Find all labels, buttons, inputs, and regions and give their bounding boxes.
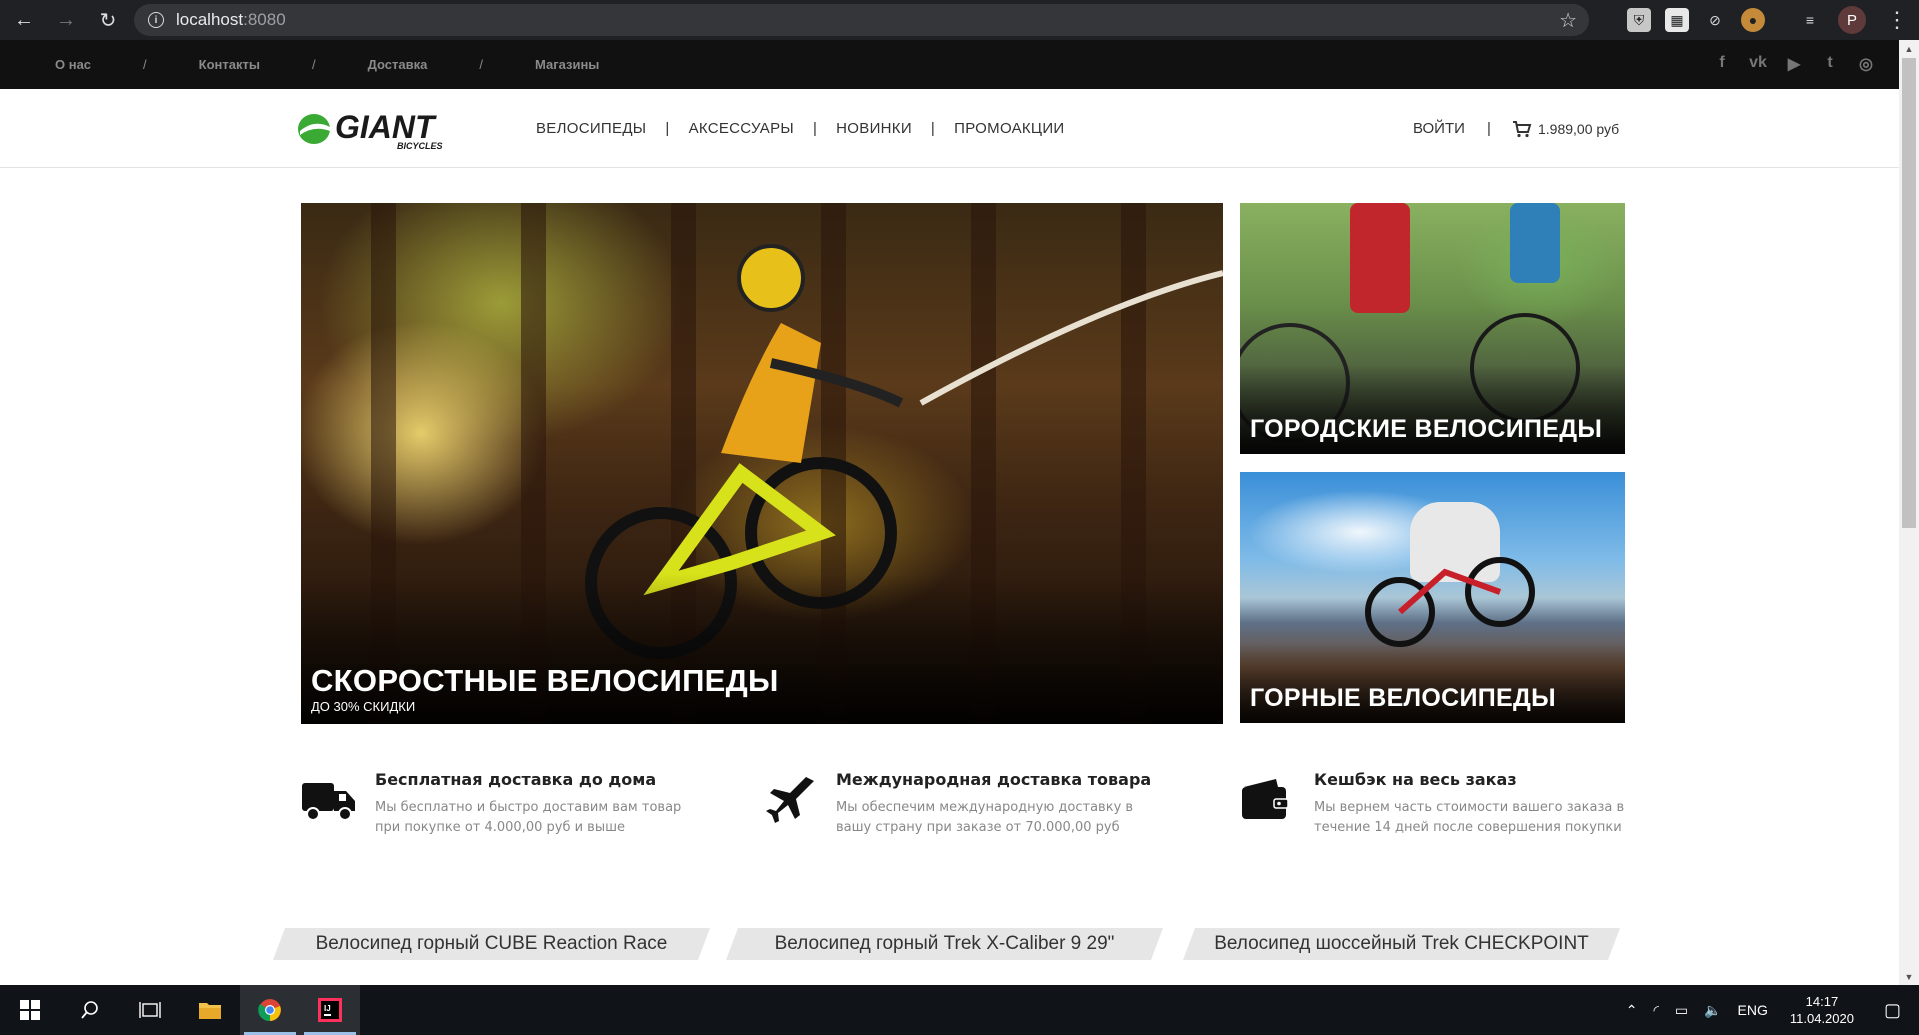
giant-logo[interactable]: GIANT BICYCLES: [297, 109, 493, 151]
site-header: GIANT BICYCLES ВЕЛОСИПЕДЫ | АКСЕССУАРЫ |…: [0, 89, 1899, 168]
feature-title: Международная доставка товара: [836, 770, 1152, 789]
blocker-extension-icon[interactable]: ⊘: [1703, 8, 1727, 32]
media-icon[interactable]: ≡: [1798, 8, 1822, 32]
page-scrollbar[interactable]: ▲ ▼: [1899, 40, 1919, 985]
notifications-icon[interactable]: ▢: [1884, 1000, 1901, 1021]
twitter-icon[interactable]: t: [1819, 54, 1841, 74]
cart-icon: [1513, 121, 1532, 138]
banner-city-bikes[interactable]: ГОРОДСКИЕ ВЕЛОСИПЕДЫ: [1240, 203, 1625, 454]
plane-icon: [766, 777, 814, 823]
social-links: f vk ▶ t ◎: [1711, 54, 1877, 74]
logo-wordmark: GIANT: [335, 111, 437, 145]
nav-separator: |: [812, 120, 818, 137]
feature-title: Бесплатная доставка до дома: [375, 770, 657, 789]
product-title-tab[interactable]: Велосипед шоссейный Trek CHECKPOINT: [1183, 928, 1620, 960]
top-link-contacts[interactable]: Контакты: [199, 57, 260, 72]
feature-free-delivery: Бесплатная доставка до дома Мы бесплатно…: [301, 770, 705, 838]
banner-speed-title: СКОРОСТНЫЕ ВЕЛОСИПЕДЫ: [311, 663, 779, 698]
back-icon[interactable]: ←: [6, 2, 42, 38]
file-explorer-icon[interactable]: [180, 985, 240, 1035]
cart-total: 1.989,00 руб: [1538, 121, 1620, 137]
top-link-about[interactable]: О нас: [55, 57, 91, 72]
windows-taskbar: IJ ⌃ ◜ ▭ 🔈 ENG 14:17 11.04.2020 ▢: [0, 985, 1919, 1035]
nav-separator: |: [665, 120, 670, 137]
banner-speed-bikes[interactable]: СКОРОСТНЫЕ ВЕЛОСИПЕДЫ ДО 30% СКИДКИ: [301, 203, 1223, 724]
forward-icon[interactable]: →: [48, 2, 84, 38]
nav-promo[interactable]: ПРОМОАКЦИИ: [954, 120, 1064, 137]
header-separator: |: [1487, 120, 1491, 137]
top-link-stores[interactable]: Магазины: [535, 57, 599, 72]
browser-menu-icon[interactable]: ⋮: [1886, 6, 1908, 34]
product-title-tab[interactable]: Велосипед горный Trek X-Caliber 9 29": [726, 928, 1163, 960]
clock[interactable]: 14:17 11.04.2020: [1790, 993, 1854, 1027]
url-text[interactable]: localhost:8080: [176, 10, 286, 30]
feature-cashback: Кешбэк на весь заказ Мы вернем часть сто…: [1240, 770, 1644, 838]
scrollbar-thumb[interactable]: [1902, 58, 1916, 528]
chrome-taskbar-icon[interactable]: [240, 985, 300, 1035]
clock-date: 11.04.2020: [1789, 1011, 1854, 1026]
network-icon[interactable]: ◜: [1653, 1002, 1658, 1019]
site-info-icon[interactable]: i: [148, 12, 164, 28]
top-link-separator: /: [143, 57, 147, 72]
cart-button[interactable]: 1.989,00 руб: [1512, 120, 1619, 138]
scroll-down-icon[interactable]: ▼: [1899, 968, 1919, 985]
reload-icon[interactable]: ↻: [90, 2, 126, 38]
cookie-extension-icon[interactable]: ●: [1741, 8, 1765, 32]
banner-mountain-bikes[interactable]: ГОРНЫЕ ВЕЛОСИПЕДЫ: [1240, 472, 1625, 723]
scroll-up-icon[interactable]: ▲: [1899, 40, 1919, 57]
windows-start-icon[interactable]: [0, 985, 60, 1035]
bookmark-star-icon[interactable]: ☆: [1559, 8, 1577, 33]
volume-icon[interactable]: 🔈: [1704, 1002, 1721, 1019]
profile-avatar[interactable]: P: [1838, 6, 1866, 34]
banner-city-title: ГОРОДСКИЕ ВЕЛОСИПЕДЫ: [1250, 415, 1603, 443]
rider-blue-figure: [1510, 203, 1560, 283]
system-tray: ⌃ ◜ ▭ 🔈 ENG 14:17 11.04.2020 ▢: [1618, 985, 1919, 1035]
main-nav: ВЕЛОСИПЕДЫ | АКСЕССУАРЫ | НОВИНКИ | ПРОМ…: [536, 120, 1064, 137]
show-hidden-icons[interactable]: ⌃: [1626, 1002, 1638, 1019]
wallet-icon: [1242, 779, 1289, 819]
svg-text:IJ: IJ: [324, 1004, 331, 1013]
nav-bicycles[interactable]: ВЕЛОСИПЕДЫ: [536, 120, 646, 137]
page-viewport: О нас / Контакты / Доставка / Магазины f…: [0, 40, 1899, 985]
language-indicator[interactable]: ENG: [1738, 1002, 1768, 1018]
vk-icon[interactable]: vk: [1747, 54, 1769, 74]
instagram-icon[interactable]: ◎: [1855, 54, 1877, 74]
intellij-taskbar-icon[interactable]: IJ: [300, 985, 360, 1035]
banner-mountain-title: ГОРНЫЕ ВЕЛОСИПЕДЫ: [1250, 684, 1556, 712]
top-info-bar: О нас / Контакты / Доставка / Магазины f…: [0, 40, 1899, 89]
task-view-icon[interactable]: [120, 985, 180, 1035]
search-icon[interactable]: [60, 985, 120, 1035]
product-title-tab[interactable]: Велосипед горный CUBE Reaction Race: [273, 928, 710, 960]
address-bar[interactable]: i localhost:8080 ☆: [134, 4, 1589, 36]
feature-text: Мы бесплатно и быстро доставим вам товар…: [375, 800, 682, 835]
youtube-icon[interactable]: ▶: [1783, 54, 1805, 74]
nav-new[interactable]: НОВИНКИ: [836, 120, 912, 137]
feature-title: Кешбэк на весь заказ: [1314, 770, 1517, 789]
feature-international-delivery: Международная доставка товара Мы обеспеч…: [762, 770, 1166, 838]
banner-speed-subtitle: ДО 30% СКИДКИ: [311, 699, 416, 714]
rider-red-figure: [1350, 203, 1410, 313]
truck-icon: [302, 783, 355, 821]
logo-subtext: BICYCLES: [397, 141, 443, 151]
top-link-delivery[interactable]: Доставка: [368, 57, 428, 72]
top-links: О нас / Контакты / Доставка / Магазины: [55, 57, 599, 72]
top-link-separator: /: [479, 57, 483, 72]
battery-icon[interactable]: ▭: [1675, 1002, 1688, 1019]
facebook-icon[interactable]: f: [1711, 54, 1733, 74]
banner-shade: [301, 574, 1223, 724]
shield-extension-icon[interactable]: ⛨: [1627, 8, 1651, 32]
browser-toolbar: ← → ↻ i localhost:8080 ☆ ⛨ ▦ ⊘ ● ≡ P ⋮: [0, 0, 1919, 40]
top-link-separator: /: [311, 57, 316, 72]
qr-extension-icon[interactable]: ▦: [1665, 8, 1689, 32]
clock-time: 14:17: [1805, 994, 1839, 1009]
feature-text: Мы вернем часть стоимости вашего заказа …: [1314, 800, 1625, 835]
feature-text: Мы обеспечим международную доставку в ва…: [836, 800, 1134, 835]
nav-separator: |: [930, 120, 936, 137]
nav-accessories[interactable]: АКСЕССУАРЫ: [689, 120, 794, 137]
login-link[interactable]: ВОЙТИ: [1413, 120, 1465, 137]
